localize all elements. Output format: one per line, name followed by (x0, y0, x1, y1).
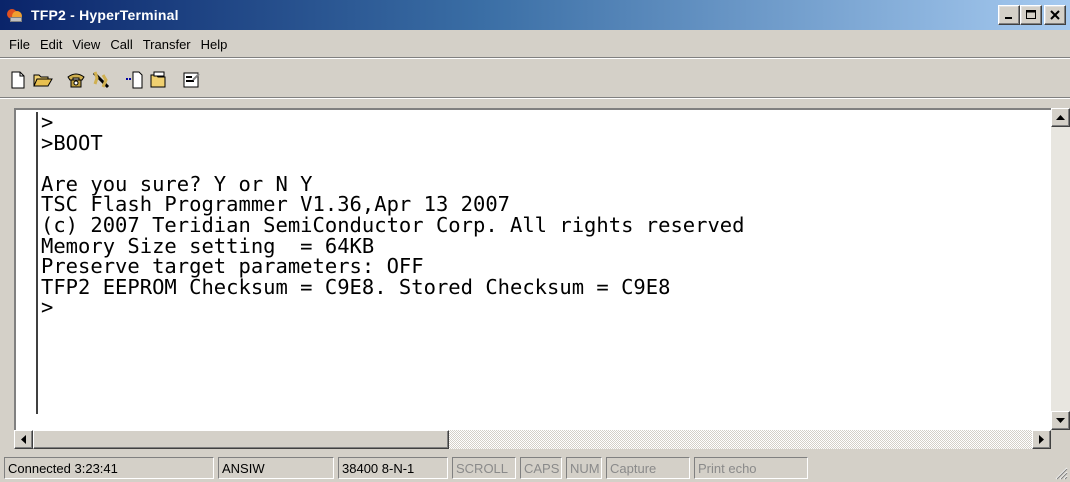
minimize-button[interactable] (998, 5, 1020, 25)
terminal-line: > (41, 112, 54, 134)
properties-icon (183, 72, 200, 87)
arrow-down-icon (1056, 417, 1065, 423)
disconnect-icon (92, 71, 110, 88)
new-button[interactable] (6, 68, 30, 92)
arrow-right-icon (1038, 435, 1044, 444)
status-emulation: ANSIW (218, 456, 334, 479)
properties-button[interactable] (180, 68, 204, 92)
hyperterminal-window: TFP2 - HyperTerminal File Edit View Call… (0, 0, 1070, 482)
menu-view[interactable]: View (67, 37, 105, 52)
status-caps: CAPS (520, 456, 562, 479)
terminal-text-area[interactable]: > >BOOT Are you sure? Y or N Y TSC Flash… (36, 112, 1049, 414)
maximize-icon (1025, 10, 1036, 19)
disconnect-button[interactable] (89, 68, 113, 92)
maximize-button[interactable] (1020, 5, 1042, 25)
window-title: TFP2 - HyperTerminal (31, 7, 179, 23)
hyperterminal-icon[interactable] (5, 5, 25, 25)
menu-bar: File Edit View Call Transfer Help (0, 32, 1070, 58)
menu-transfer[interactable]: Transfer (138, 37, 196, 52)
title-bar[interactable]: TFP2 - HyperTerminal (0, 0, 1070, 30)
status-scroll: SCROLL (452, 456, 516, 479)
scrollbar-corner (1051, 430, 1070, 449)
terminal-line: (c) 2007 Teridian SemiConductor Corp. Al… (41, 212, 745, 237)
receive-button[interactable] (147, 68, 171, 92)
call-icon (67, 73, 85, 87)
status-port-settings: 38400 8-N-1 (338, 456, 448, 479)
terminal-screen[interactable]: > >BOOT Are you sure? Y or N Y TSC Flash… (14, 108, 1070, 430)
status-capture: Capture (606, 456, 690, 479)
toolbar (0, 62, 1070, 98)
terminal-line: Preserve target parameters: OFF (41, 254, 424, 279)
call-button[interactable] (64, 68, 88, 92)
scroll-up-button[interactable] (1051, 108, 1070, 127)
arrow-up-icon (1056, 114, 1065, 120)
resize-grip-icon[interactable] (1054, 466, 1068, 480)
close-button[interactable] (1044, 5, 1066, 25)
status-print-echo: Print echo (694, 456, 808, 479)
terminal-line: Memory Size setting = 64KB (41, 233, 375, 258)
menu-call[interactable]: Call (105, 37, 137, 52)
vertical-scrollbar[interactable] (1051, 108, 1070, 430)
open-button[interactable] (31, 68, 55, 92)
terminal-line: TFP2 EEPROM Checksum = C9E8. Stored Chec… (41, 274, 671, 299)
terminal-line: TSC Flash Programmer V1.36,Apr 13 2007 (41, 192, 510, 217)
new-icon (11, 71, 25, 88)
scroll-down-button[interactable] (1051, 411, 1070, 430)
send-button[interactable] (122, 68, 146, 92)
receive-icon (150, 71, 166, 87)
open-icon (33, 74, 53, 86)
send-icon (126, 71, 143, 88)
status-connected: Connected 3:23:41 (4, 456, 214, 479)
close-icon (1050, 10, 1060, 20)
scroll-left-button[interactable] (14, 430, 33, 449)
horizontal-scrollbar[interactable] (14, 430, 1051, 449)
horizontal-scroll-thumb[interactable] (33, 430, 449, 449)
status-bar: Connected 3:23:41 ANSIW 38400 8-N-1 SCRO… (0, 453, 1070, 482)
scroll-right-button[interactable] (1032, 430, 1051, 449)
menu-file[interactable]: File (4, 37, 35, 52)
terminal-line: > (41, 295, 54, 320)
menu-help[interactable]: Help (196, 37, 233, 52)
status-num: NUM (566, 456, 602, 479)
terminal-line: >BOOT (41, 130, 103, 155)
minimize-icon (1005, 17, 1012, 19)
terminal-line: Are you sure? Y or N Y (41, 171, 313, 196)
menu-edit[interactable]: Edit (35, 37, 67, 52)
arrow-left-icon (20, 435, 26, 444)
window-controls (998, 5, 1066, 25)
